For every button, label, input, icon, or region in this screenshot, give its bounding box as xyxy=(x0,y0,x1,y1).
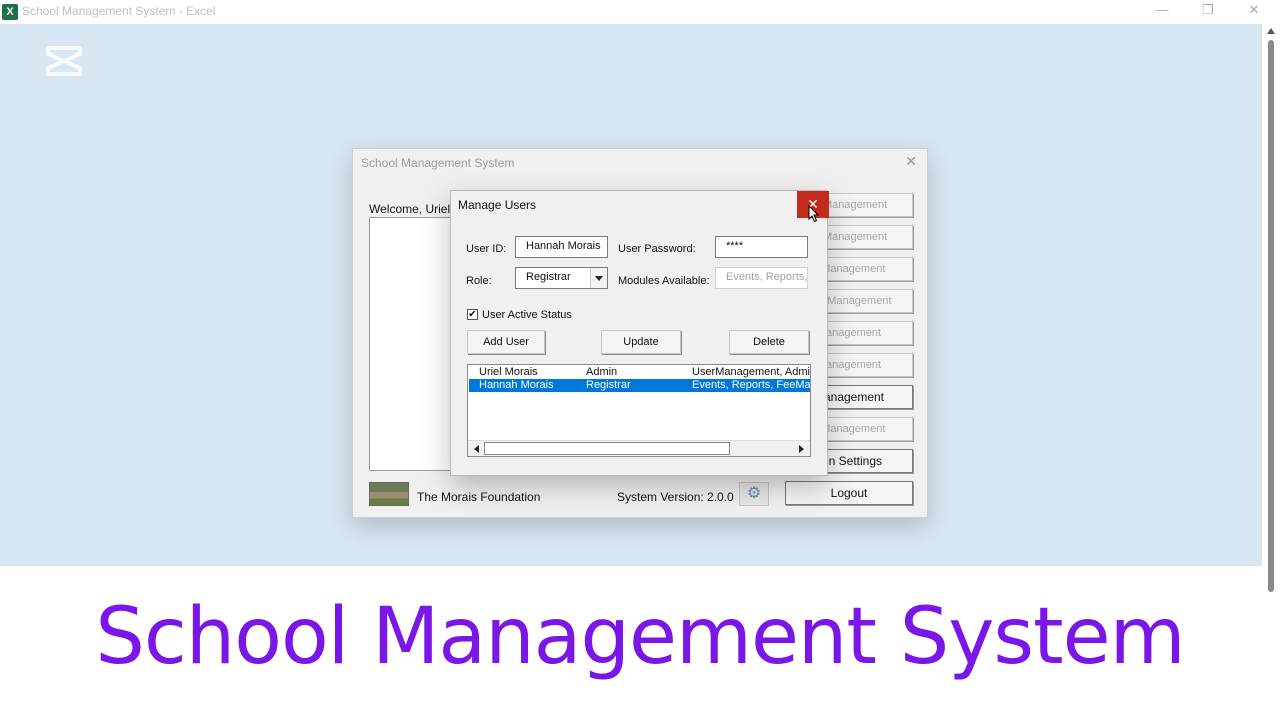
mouse-cursor-icon xyxy=(808,205,820,223)
system-version: System Version: 2.0.0 xyxy=(617,490,734,504)
foundation-label: The Morais Foundation xyxy=(417,490,541,504)
add-user-button[interactable]: Add User xyxy=(467,330,545,354)
user-modules: UserManagement, Admin xyxy=(692,366,811,378)
role-select[interactable]: Registrar xyxy=(515,267,608,289)
capcut-logo-icon xyxy=(46,46,82,76)
window-titlebar: X School Management System - Excel — ❐ ✕ xyxy=(0,0,1280,24)
user-id-label: User ID: xyxy=(466,243,507,255)
chevron-down-icon[interactable] xyxy=(590,268,607,288)
user-name: Uriel Morais xyxy=(479,366,538,378)
minimize-button[interactable]: — xyxy=(1152,2,1172,17)
role-label: Role: xyxy=(466,275,492,287)
active-status-label: User Active Status xyxy=(482,309,572,321)
users-listbox[interactable]: Uriel Morais Admin UserManagement, Admin… xyxy=(467,364,811,457)
modules-label: Modules Available: xyxy=(618,275,710,287)
scroll-right-icon[interactable] xyxy=(794,443,808,455)
scrollbar-thumb[interactable] xyxy=(484,442,730,455)
dialog-title: School Management System xyxy=(361,156,515,170)
scroll-left-icon[interactable] xyxy=(470,443,484,455)
active-status-checkbox[interactable]: ✔ xyxy=(467,309,478,320)
list-item[interactable]: Uriel Morais Admin UserManagement, Admin xyxy=(469,366,811,379)
modules-input[interactable]: Events, Reports, F xyxy=(715,267,808,289)
password-label: User Password: xyxy=(618,243,696,255)
vertical-scrollbar[interactable] xyxy=(1262,24,1280,592)
manage-users-title: Manage Users xyxy=(458,198,537,212)
gear-icon[interactable]: ⚙ xyxy=(739,482,769,506)
user-id-input[interactable]: Hannah Morais xyxy=(515,236,608,258)
user-name: Hannah Morais xyxy=(479,379,554,391)
window-title: School Management System - Excel xyxy=(22,4,216,18)
password-input[interactable]: **** xyxy=(715,236,808,258)
user-role: Admin xyxy=(586,366,618,378)
foundation-logo xyxy=(369,482,409,506)
user-modules: Events, Reports, FeeMana xyxy=(692,379,811,391)
dashboard-panel xyxy=(369,217,455,471)
close-icon[interactable]: ✕ xyxy=(905,153,917,170)
scrollbar-thumb[interactable] xyxy=(1268,40,1274,592)
restore-button[interactable]: ❐ xyxy=(1198,2,1218,18)
manage-users-dialog: Manage Users ✕ User ID: Hannah Morais Us… xyxy=(450,190,829,476)
logout-button[interactable]: Logout xyxy=(785,481,913,505)
user-role: Registrar xyxy=(586,379,631,391)
horizontal-scrollbar[interactable] xyxy=(468,440,810,456)
update-button[interactable]: Update xyxy=(601,330,681,354)
excel-icon: X xyxy=(2,4,18,20)
list-item-selected[interactable]: Hannah Morais Registrar Events, Reports,… xyxy=(469,379,811,392)
close-window-button[interactable]: ✕ xyxy=(1244,2,1264,18)
role-value: Registrar xyxy=(526,271,571,283)
delete-button[interactable]: Delete xyxy=(729,330,809,354)
scroll-up-icon[interactable] xyxy=(1267,28,1275,34)
banner-title: School Management System xyxy=(95,592,1185,682)
